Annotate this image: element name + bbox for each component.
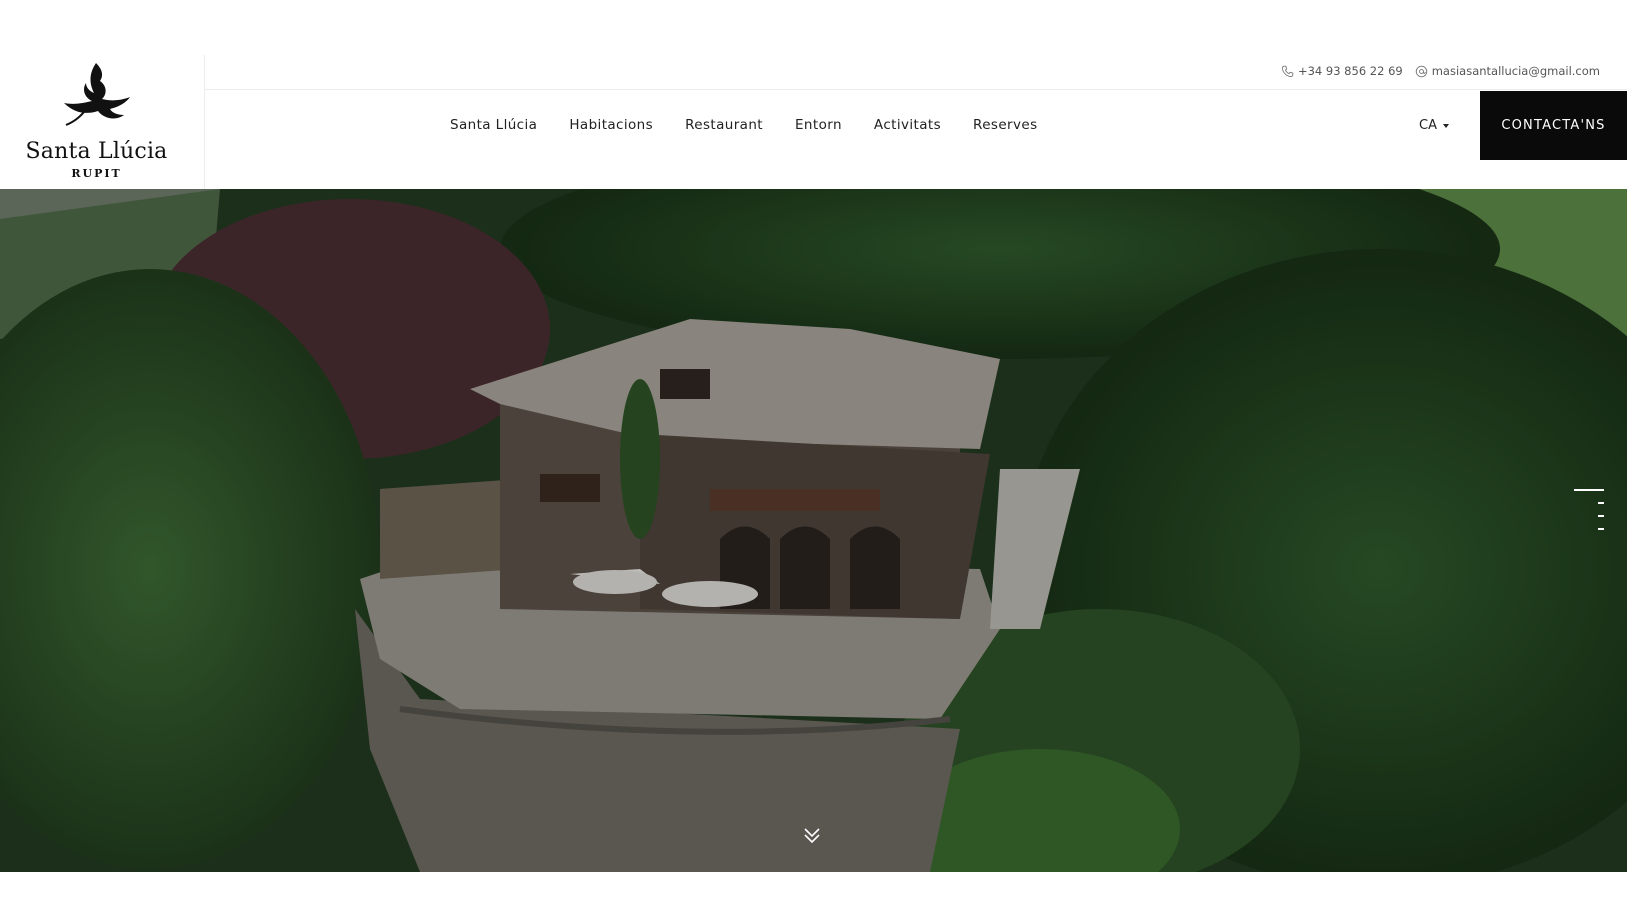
logo[interactable]: Santa Llúcia RUPIT [0,55,205,189]
slide-indicator-3[interactable] [1598,515,1604,517]
slide-indicators [1574,489,1604,541]
nav-item-habitacions[interactable]: Habitacions [553,117,669,133]
email-link[interactable]: masiasantallucia@gmail.com [1415,64,1600,78]
double-chevron-down-icon[interactable] [801,825,823,847]
page-bottom-space [0,872,1627,916]
nav-item-entorn[interactable]: Entorn [779,117,858,133]
phone-number: +34 93 856 22 69 [1297,64,1403,78]
hero-banner [0,189,1627,872]
slide-indicator-2[interactable] [1598,502,1604,504]
phone-link[interactable]: +34 93 856 22 69 [1281,64,1403,78]
contact-info: +34 93 856 22 69 masiasantallucia@gmail.… [1281,64,1600,78]
slide-indicator-1[interactable] [1574,489,1604,491]
nav-item-restaurant[interactable]: Restaurant [669,117,779,133]
contact-button[interactable]: CONTACTA'NS [1480,91,1627,160]
hero-overlay [0,189,1627,872]
slide-indicator-4[interactable] [1598,528,1604,530]
email-address: masiasantallucia@gmail.com [1431,64,1600,78]
logo-subtitle: RUPIT [71,167,122,180]
top-contact-bar: +34 93 856 22 69 masiasantallucia@gmail.… [205,55,1627,90]
flame-dove-logo-icon [64,63,130,126]
nav-item-activitats[interactable]: Activitats [858,117,957,133]
language-label: CA [1419,118,1437,133]
at-icon [1415,65,1427,77]
nav-item-santa-llucia[interactable]: Santa Llúcia [450,117,553,133]
logo-name: Santa Llúcia [25,139,168,164]
caret-down-icon [1442,123,1449,128]
main-nav: Santa Llúcia Habitacions Restaurant Ento… [450,117,1054,133]
phone-icon [1281,65,1294,77]
site-header: Santa Llúcia RUPIT +34 93 856 22 69 masi… [0,55,1627,189]
nav-item-reserves[interactable]: Reserves [957,117,1054,133]
language-selector[interactable]: CA [1419,118,1449,133]
